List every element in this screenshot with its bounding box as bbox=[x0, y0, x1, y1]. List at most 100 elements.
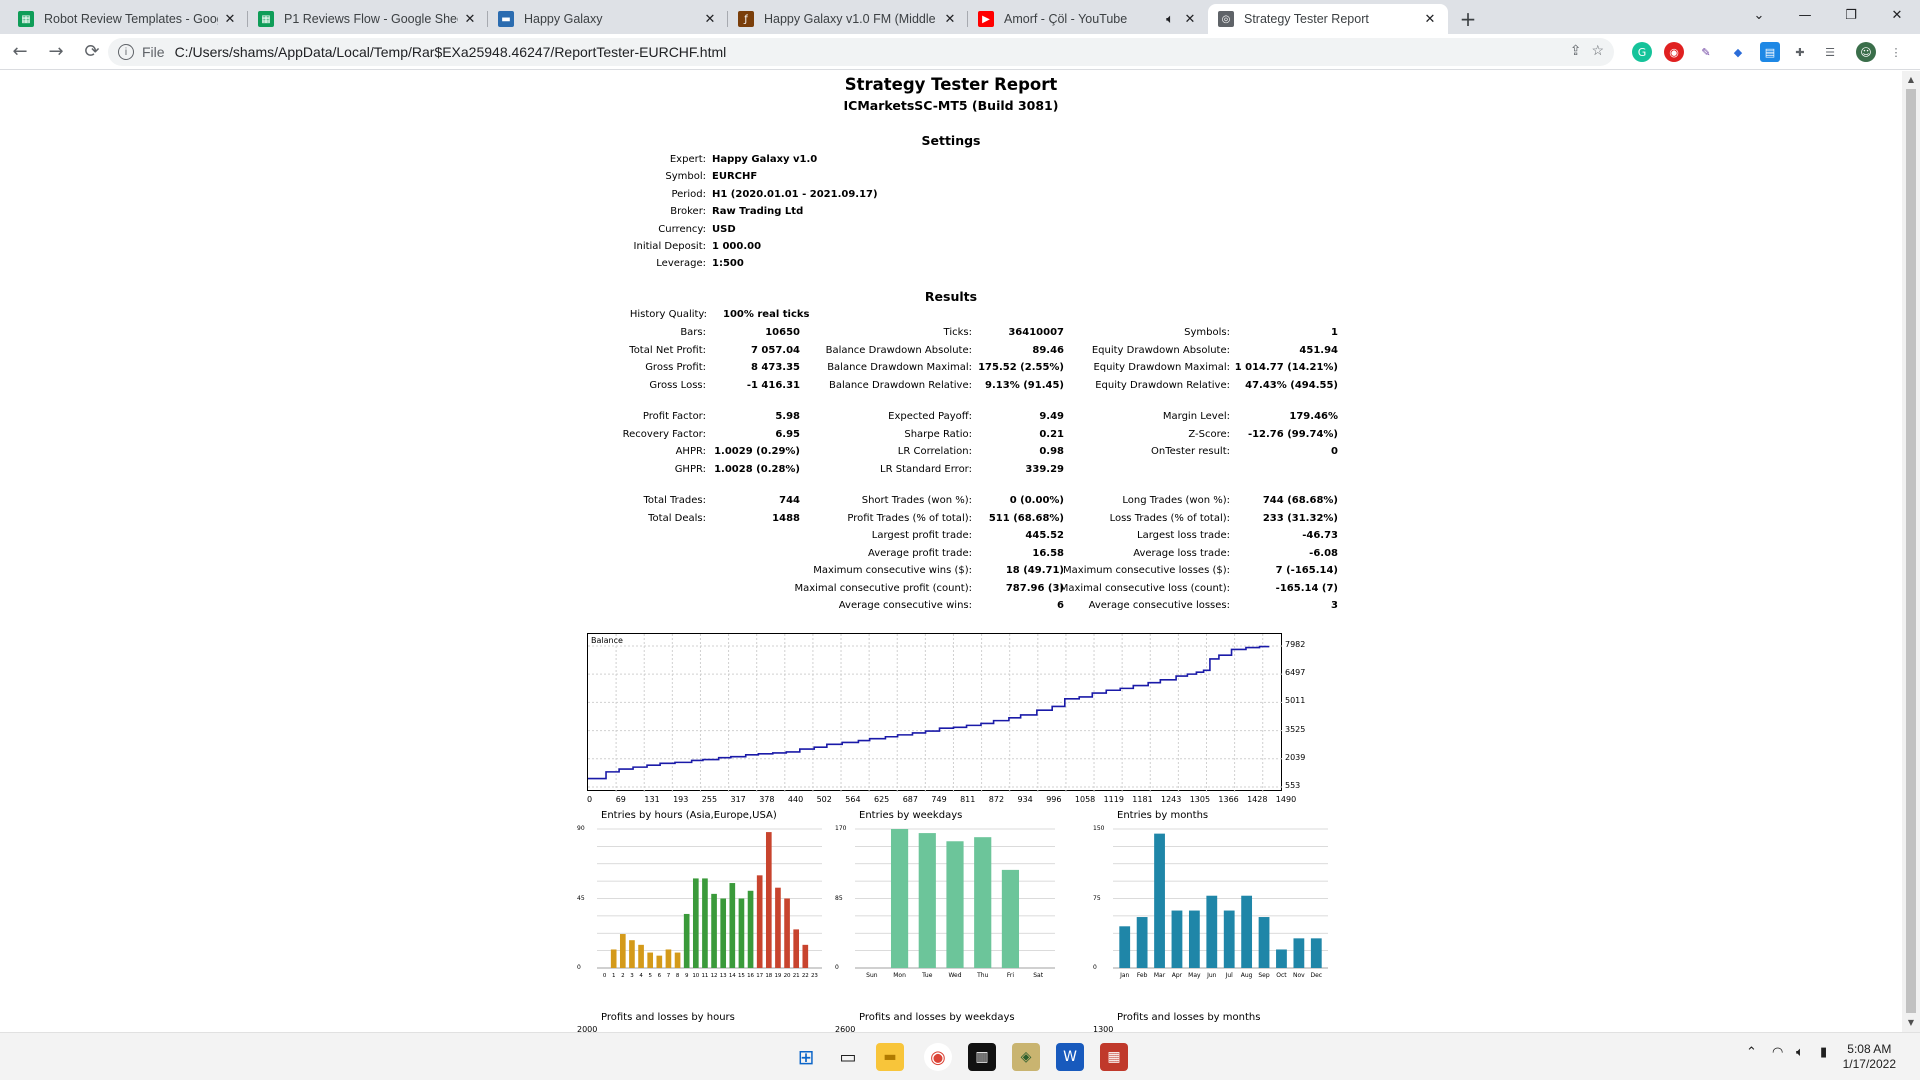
tab-close-icon[interactable]: ✕ bbox=[1422, 11, 1438, 27]
restore-button[interactable]: ❐ bbox=[1828, 0, 1874, 30]
tab-3[interactable]: ƒ Happy Galaxy v1.0 FM (Middle Ri ✕ bbox=[728, 4, 968, 34]
tab-close-icon[interactable]: ✕ bbox=[222, 11, 238, 27]
settings-heading: Settings bbox=[921, 133, 981, 148]
adblock-extension-icon[interactable]: ◉ bbox=[1664, 42, 1684, 62]
balance-x-tick: 1058 bbox=[1074, 795, 1096, 804]
taskbar-clock[interactable]: 5:08 AM 1/17/2022 bbox=[1843, 1042, 1896, 1072]
histogram-bar bbox=[702, 878, 708, 968]
tab-close-icon[interactable]: ✕ bbox=[702, 11, 718, 27]
forward-button[interactable]: → bbox=[40, 36, 72, 68]
tab-close-icon[interactable]: ✕ bbox=[1182, 11, 1198, 27]
histogram-x-tick: 7 bbox=[667, 973, 671, 979]
result-value: 10650 bbox=[765, 327, 800, 338]
url-text[interactable]: C:/Users/shams/AppData/Local/Temp/Rar$EX… bbox=[175, 44, 727, 60]
tray-chevron-icon[interactable]: ⌃ bbox=[1746, 1045, 1757, 1060]
grammarly-extension-icon[interactable]: G bbox=[1632, 42, 1652, 62]
balance-x-tick: 502 bbox=[816, 795, 832, 804]
balance-x-tick: 1243 bbox=[1161, 795, 1182, 804]
page-scrollbar[interactable]: ▲ ▼ bbox=[1902, 71, 1920, 1032]
metatrader-icon[interactable]: ▥ bbox=[968, 1043, 996, 1071]
histogram-x-tick: Mar bbox=[1154, 972, 1166, 979]
tab-title: Strategy Tester Report bbox=[1244, 12, 1369, 26]
result-label: AHPR: bbox=[675, 446, 706, 457]
scroll-down-icon[interactable]: ▼ bbox=[1906, 1018, 1916, 1028]
balance-x-tick: 0 bbox=[587, 795, 593, 804]
result-label: Gross Profit: bbox=[645, 362, 706, 373]
pen-extension-icon[interactable]: ✎ bbox=[1696, 42, 1716, 62]
browser-menu-icon[interactable]: ⋮ bbox=[1886, 42, 1906, 62]
results-heading: Results bbox=[924, 289, 978, 304]
new-tab-button[interactable]: + bbox=[1454, 5, 1482, 33]
bookmark-star-icon[interactable]: ☆ bbox=[1591, 42, 1604, 59]
tab-audio-icon[interactable]: 🔈︎ bbox=[1162, 11, 1178, 27]
scrollbar-thumb[interactable] bbox=[1906, 89, 1916, 1013]
back-button[interactable]: ← bbox=[4, 36, 36, 68]
histogram-y-tick: 45 bbox=[577, 894, 585, 902]
result-label: OnTester result: bbox=[1150, 446, 1230, 457]
chrome-icon[interactable]: ◉ bbox=[924, 1043, 952, 1071]
minimize-button[interactable]: — bbox=[1782, 0, 1828, 30]
wifi-icon[interactable]: ◠ bbox=[1772, 1045, 1783, 1060]
histogram-x-tick: May bbox=[1188, 972, 1201, 979]
result-value: 744 (68.68%) bbox=[1262, 495, 1338, 506]
tab-2[interactable]: ▬ Happy Galaxy ✕ bbox=[488, 4, 728, 34]
windows-taskbar: ⊞ ▭ ▬ ◉ ▥ ◈ W ▦ ⌃ ◠ 🔈︎ ▮ 5:08 AM 1/17/20… bbox=[0, 1032, 1920, 1080]
histogram-x-tick: Jul bbox=[1225, 972, 1234, 979]
calendar-extension-icon[interactable]: ▤ bbox=[1760, 42, 1780, 62]
balance-x-tick: 1366 bbox=[1218, 795, 1239, 804]
histogram-title: Entries by weekdays bbox=[859, 810, 963, 821]
histogram-bar bbox=[711, 893, 717, 968]
report-subtitle: ICMarketsSC-MT5 (Build 3081) bbox=[843, 98, 1059, 113]
tab-close-icon[interactable]: ✕ bbox=[942, 11, 958, 27]
file-explorer-icon[interactable]: ▬ bbox=[876, 1043, 904, 1071]
histogram-x-tick: Thu bbox=[976, 972, 988, 979]
tab-1[interactable]: ▦ P1 Reviews Flow - Google Sheets ✕ bbox=[248, 4, 488, 34]
result-label: Largest profit trade: bbox=[871, 530, 972, 541]
histogram-x-tick: Jan bbox=[1119, 972, 1129, 979]
histogram-bar bbox=[1188, 910, 1200, 968]
tab-5[interactable]: ◎ Strategy Tester Report ✕ bbox=[1208, 4, 1448, 34]
histogram-bar bbox=[946, 841, 964, 968]
diamond-extension-icon[interactable]: ◆ bbox=[1728, 42, 1748, 62]
reload-button[interactable]: ⟳ bbox=[76, 36, 108, 68]
result-label: Margin Level: bbox=[1162, 411, 1230, 422]
balance-y-tick: 2039 bbox=[1285, 752, 1306, 762]
app-grid-icon[interactable]: ▦ bbox=[1100, 1043, 1128, 1071]
histogram-bar bbox=[629, 940, 635, 968]
result-label: Profit Factor: bbox=[642, 411, 706, 422]
histogram-x-tick: 13 bbox=[720, 973, 727, 979]
windows-start-icon[interactable]: ⊞ bbox=[792, 1043, 820, 1071]
close-window-button[interactable]: ✕ bbox=[1874, 0, 1920, 30]
histogram-bar bbox=[665, 949, 672, 968]
histogram-y-tick: 0 bbox=[577, 964, 581, 971]
extensions-puzzle-icon[interactable]: ✚ bbox=[1790, 42, 1810, 62]
result-value: 175.52 (2.55%) bbox=[978, 362, 1064, 373]
histogram-bar bbox=[775, 887, 781, 968]
histogram-y-tick: 170 bbox=[835, 825, 847, 832]
app-icon[interactable]: ◈ bbox=[1012, 1043, 1040, 1071]
reading-list-icon[interactable]: ☰ bbox=[1820, 42, 1840, 62]
result-value: 6.95 bbox=[775, 428, 800, 440]
result-label: Ticks: bbox=[943, 327, 972, 338]
histogram-bar bbox=[720, 898, 727, 968]
task-view-icon[interactable]: ▭ bbox=[834, 1043, 862, 1071]
site-info-icon[interactable]: i bbox=[118, 44, 134, 60]
address-bar[interactable]: i File C:/Users/shams/AppData/Local/Temp… bbox=[108, 38, 1614, 66]
tab-0[interactable]: ▦ Robot Review Templates - Googl ✕ bbox=[8, 4, 248, 34]
scroll-up-icon[interactable]: ▲ bbox=[1906, 75, 1916, 85]
tab-close-icon[interactable]: ✕ bbox=[462, 11, 478, 27]
share-icon[interactable]: ⇪ bbox=[1570, 42, 1582, 59]
word-icon[interactable]: W bbox=[1056, 1043, 1084, 1071]
result-label: Largest loss trade: bbox=[1137, 530, 1230, 541]
result-label: Recovery Factor: bbox=[622, 428, 706, 440]
result-label: Average consecutive losses: bbox=[1088, 600, 1230, 611]
tab-4[interactable]: ▶ Amorf - Çöl - YouTube 🔈︎ ✕ bbox=[968, 4, 1208, 34]
battery-icon[interactable]: ▮ bbox=[1820, 1045, 1827, 1060]
volume-icon[interactable]: 🔈︎ bbox=[1796, 1045, 1804, 1060]
profile-avatar[interactable]: ☺ bbox=[1856, 42, 1876, 62]
result-value: 0 (0.00%) bbox=[1009, 495, 1064, 506]
result-value: 5.98 bbox=[775, 411, 800, 422]
tab-search-icon[interactable]: ⌄ bbox=[1736, 0, 1782, 30]
histogram-x-tick: Wed bbox=[948, 972, 961, 979]
histogram-x-tick: 10 bbox=[692, 973, 699, 979]
